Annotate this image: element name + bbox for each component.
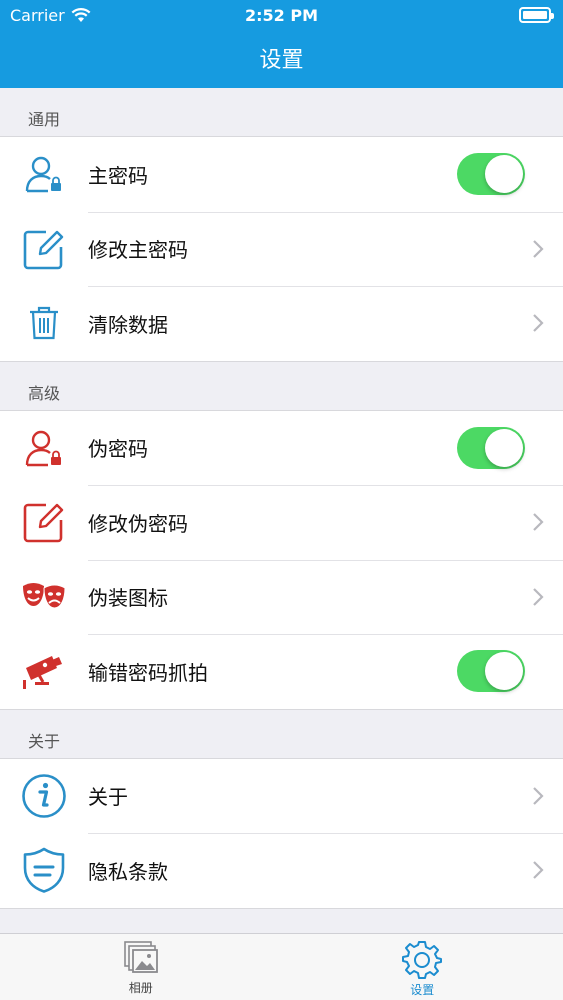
row-label: 清除数据 [88,312,168,337]
row-privacy-policy[interactable]: 隐私条款 [0,833,563,908]
page-title: 设置 [259,48,304,73]
section-header-advanced: 高级 [28,383,61,403]
navigation-bar: Carrier 2:52 PM 设置 [0,0,563,88]
row-change-master-password[interactable]: 修改主密码 [0,211,563,287]
row-about[interactable]: 关于 [0,759,563,834]
chevron-right-icon [513,512,563,532]
row-change-fake-password[interactable]: 修改伪密码 [0,485,563,560]
info-icon [0,773,88,819]
gear-icon [402,941,443,979]
chevron-right-icon [513,860,563,880]
row-label: 修改主密码 [88,238,188,263]
intruder-snapshot-toggle[interactable] [457,650,525,693]
tab-bar: 相册 设置 [0,933,563,1000]
row-intruder-snapshot: 输错密码抓拍 [0,634,563,709]
status-bar: Carrier 2:52 PM [0,0,563,32]
row-clear-data[interactable]: 清除数据 [0,286,563,361]
section-general: 主密码 修改主密码 清除数据 [0,136,563,362]
section-header-general: 通用 [28,110,61,129]
tab-label: 相册 [128,981,153,995]
row-label: 伪密码 [88,437,148,462]
edit-icon [0,500,88,544]
trash-icon [0,305,88,341]
camera-icon [0,651,88,691]
tab-label: 设置 [410,983,435,997]
chevron-right-icon [513,239,563,259]
chevron-right-icon [513,313,563,333]
row-fake-password: 伪密码 [0,411,563,486]
settings-list: 通用 主密码 修改主密码 清除数据 高级 伪密码 修改伪密码 伪装图标 输错密码… [0,88,563,909]
album-icon [123,941,158,973]
section-header-about: 关于 [28,731,61,751]
status-time: 2:52 PM [244,6,318,25]
chevron-right-icon [513,587,563,607]
section-about: 关于 隐私条款 [0,757,563,909]
section-advanced: 伪密码 修改伪密码 伪装图标 输错密码抓拍 [0,409,563,710]
user-lock-icon [0,154,88,194]
row-master-password: 主密码 [0,137,563,212]
row-label: 输错密码抓拍 [88,660,208,685]
row-label: 主密码 [88,163,148,188]
row-label: 关于 [88,785,128,810]
user-lock-icon [0,428,88,468]
shield-icon [0,846,88,894]
tab-settings[interactable]: 设置 [282,934,563,1000]
edit-icon [0,227,88,271]
row-label: 修改伪密码 [88,511,188,536]
fake-password-toggle[interactable] [457,426,525,469]
row-label: 伪装图标 [88,586,168,611]
row-disguise-icon[interactable]: 伪装图标 [0,559,563,635]
row-label: 隐私条款 [88,859,168,884]
master-password-toggle[interactable] [457,153,525,196]
battery-icon [519,7,554,23]
masks-icon [0,580,88,614]
chevron-right-icon [513,786,563,806]
tab-album[interactable]: 相册 [0,934,282,1000]
